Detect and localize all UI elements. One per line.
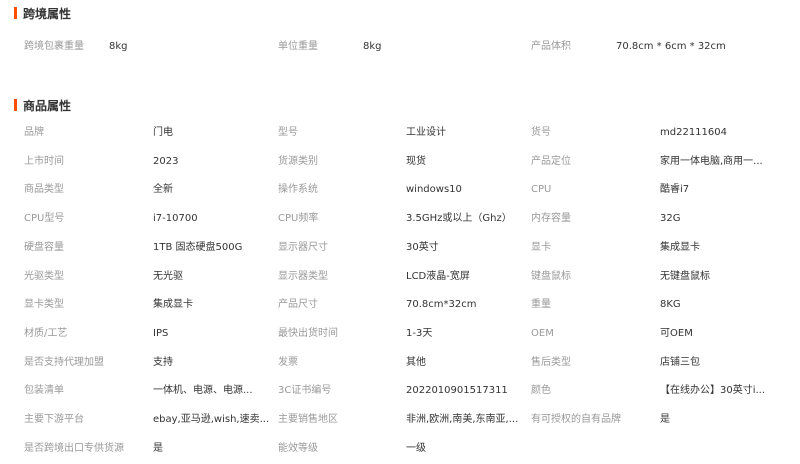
attribute-value: 一级 [406, 443, 426, 454]
attribute-value: 70.8cm*32cm [406, 299, 477, 310]
attribute-label: 产品定位 [531, 156, 571, 167]
attribute-value: 一体机、电源、电源... [153, 385, 253, 396]
attribute-label: 主要下游平台 [24, 414, 84, 425]
product-attributes-section-title: 商品属性 [14, 98, 71, 114]
attribute-value: 1-3天 [406, 328, 433, 339]
attribute-row: 品牌 门电 型号 工业设计 货号 md22111604 [0, 123, 800, 143]
attribute-row: 是否支持代理加盟 支持 发票 其他 售后类型 店铺三包 [0, 353, 800, 373]
product-volume-value: 70.8cm * 6cm * 32cm [616, 41, 726, 52]
attribute-label: 上市时间 [24, 156, 64, 167]
attribute-value: 无键盘鼠标 [660, 271, 710, 282]
attribute-label: 材质/工艺 [24, 328, 68, 339]
attribute-row: 商品类型 全新 操作系统 windows10 CPU 酷睿i7 [0, 180, 800, 200]
section-accent-bar [14, 7, 17, 19]
attribute-value: 2023 [153, 156, 179, 167]
attribute-value: 全新 [153, 184, 173, 195]
attribute-label: 型号 [278, 127, 298, 138]
attribute-label: 显卡 [531, 242, 551, 253]
cross-border-title: 跨境属性 [23, 7, 72, 21]
attribute-label: 品牌 [24, 127, 44, 138]
attribute-value: 【在线办公】30英寸i... [660, 385, 766, 396]
attribute-label: 内存容量 [531, 213, 571, 224]
package-weight-value: 8kg [109, 41, 128, 52]
attribute-value: 店铺三包 [660, 357, 700, 368]
attribute-value: 其他 [406, 357, 426, 368]
attribute-value: 是 [660, 414, 670, 425]
attribute-label: 颜色 [531, 385, 551, 396]
attribute-label: 货源类别 [278, 156, 318, 167]
attribute-label: 包装清单 [24, 385, 64, 396]
product-attributes-title: 商品属性 [23, 99, 72, 113]
attribute-label: 显示器类型 [278, 271, 328, 282]
attribute-row: 主要下游平台 ebay,亚马逊,wish,速卖... 主要销售地区 非洲,欧洲,南美,… [0, 410, 800, 430]
attribute-label: 主要销售地区 [278, 414, 338, 425]
attribute-value: md22111604 [660, 127, 727, 138]
attribute-label: 商品类型 [24, 184, 64, 195]
attribute-value: 2022010901517311 [406, 385, 508, 396]
attribute-value: ebay,亚马逊,wish,速卖... [153, 414, 270, 425]
attribute-value: 可OEM [660, 328, 693, 339]
attribute-label: 是否支持代理加盟 [24, 357, 104, 368]
attribute-value: 1TB 固态硬盘500G [153, 242, 243, 253]
attribute-label: 3C证书编号 [278, 385, 332, 396]
attribute-value: 32G [660, 213, 681, 224]
unit-weight-value: 8kg [363, 41, 382, 52]
cross-border-section-title: 跨境属性 [14, 6, 71, 22]
attribute-row: 上市时间 2023 货源类别 现货 产品定位 家用一体电脑,商用一... [0, 152, 800, 172]
attribute-label: 最快出货时间 [278, 328, 338, 339]
section-accent-bar [14, 99, 17, 111]
attribute-label: 售后类型 [531, 357, 571, 368]
attribute-row: 包装清单 一体机、电源、电源... 3C证书编号 2022010901517311 颜色… [0, 381, 800, 401]
attribute-label: OEM [531, 328, 554, 339]
attribute-row: 材质/工艺 IPS 最快出货时间 1-3天 OEM 可OEM [0, 324, 800, 344]
attribute-label: 有可授权的自有品牌 [531, 414, 621, 425]
attribute-value: LCD液晶-宽屏 [406, 271, 470, 282]
package-weight-label: 跨境包裹重量 [24, 41, 84, 52]
attribute-label: CPU [531, 184, 552, 195]
attribute-value: 集成显卡 [660, 242, 700, 253]
attribute-value: 门电 [153, 127, 173, 138]
attribute-label: 是否跨境出口专供货源 [24, 443, 124, 454]
attribute-value: 酷睿i7 [660, 184, 690, 195]
cross-border-row: 跨境包裹重量 8kg 单位重量 8kg 产品体积 70.8cm * 6cm * … [0, 37, 800, 57]
attribute-value: windows10 [406, 184, 462, 195]
attribute-label: 光驱类型 [24, 271, 64, 282]
unit-weight-label: 单位重量 [278, 41, 318, 52]
attribute-label: 键盘鼠标 [531, 271, 571, 282]
attribute-value: 30英寸 [406, 242, 439, 253]
attribute-value: 无光驱 [153, 271, 183, 282]
attribute-row: 是否跨境出口专供货源 是 能效等级 一级 [0, 439, 800, 459]
attribute-value: 是 [153, 443, 163, 454]
attribute-row: 硬盘容量 1TB 固态硬盘500G 显示器尺寸 30英寸 显卡 集成显卡 [0, 238, 800, 258]
attribute-value: 支持 [153, 357, 173, 368]
attribute-label: 货号 [531, 127, 551, 138]
attribute-label: 显卡类型 [24, 299, 64, 310]
attribute-value: i7-10700 [153, 213, 198, 224]
attribute-value: 现货 [406, 156, 426, 167]
attribute-value: 8KG [660, 299, 681, 310]
attribute-value: 非洲,欧洲,南美,东南亚,... [406, 414, 519, 425]
product-volume-label: 产品体积 [531, 41, 571, 52]
attribute-row: CPU型号 i7-10700 CPU频率 3.5GHz或以上（Ghz） 内存容量 32G [0, 209, 800, 229]
attribute-label: 能效等级 [278, 443, 318, 454]
attribute-label: 操作系统 [278, 184, 318, 195]
attribute-label: 重量 [531, 299, 551, 310]
attribute-label: 发票 [278, 357, 298, 368]
attribute-value: 集成显卡 [153, 299, 193, 310]
attribute-label: CPU型号 [24, 213, 65, 224]
attribute-value: 家用一体电脑,商用一... [660, 156, 763, 167]
attribute-label: 显示器尺寸 [278, 242, 328, 253]
attribute-label: 硬盘容量 [24, 242, 64, 253]
attribute-row: 光驱类型 无光驱 显示器类型 LCD液晶-宽屏 键盘鼠标 无键盘鼠标 [0, 267, 800, 287]
attribute-value: 3.5GHz或以上（Ghz） [406, 213, 512, 224]
attribute-row: 显卡类型 集成显卡 产品尺寸 70.8cm*32cm 重量 8KG [0, 295, 800, 315]
attribute-label: 产品尺寸 [278, 299, 318, 310]
attribute-label: CPU频率 [278, 213, 319, 224]
attribute-value: 工业设计 [406, 127, 446, 138]
attribute-value: IPS [153, 328, 169, 339]
